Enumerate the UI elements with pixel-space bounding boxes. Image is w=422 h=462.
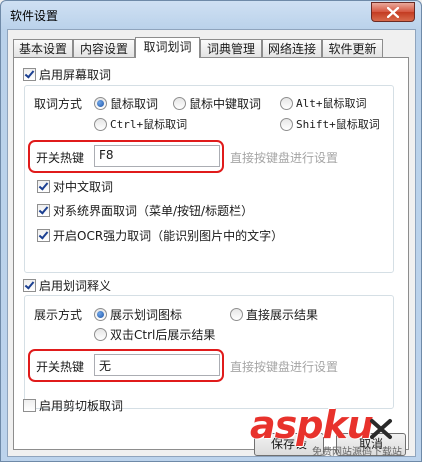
radio-shift-mouse-capture[interactable]: Shift+鼠标取词 — [280, 116, 380, 132]
radio-button[interactable] — [280, 96, 293, 110]
checkbox-box[interactable] — [23, 399, 36, 412]
checkbox-label: 对中文取词 — [53, 180, 114, 194]
tab-network[interactable]: 网络连接 — [262, 39, 322, 57]
hotkey-hint: 直接按键盘进行设置 — [230, 360, 339, 374]
radio-label: 鼠标取词 — [110, 97, 159, 111]
tab-word-capture[interactable]: 取词划词 — [135, 37, 200, 58]
tab-basic-settings[interactable]: 基本设置 — [13, 39, 73, 57]
radio-label: 直接展示结果 — [246, 308, 319, 322]
display-mode-label: 展示方式 — [34, 308, 83, 322]
hotkey-label: 开关热键 — [36, 151, 85, 165]
radio-mouse-capture[interactable]: 鼠标取词 — [94, 95, 158, 112]
checkbox-box[interactable] — [37, 229, 50, 242]
tab-panel-word-capture: 启用屏幕取词 取词方式 鼠标取词 鼠标中键取词 Alt+鼠标取词 Ctrl+鼠标… — [13, 57, 409, 450]
radio-label: 展示划词图标 — [110, 308, 183, 322]
radio-label: 双击Ctrl后展示结果 — [110, 328, 216, 342]
selection-hotkey-field[interactable]: 无 — [94, 354, 220, 376]
checkbox-label: 对系统界面取词（菜单/按钮/标题栏） — [53, 204, 254, 218]
radio-button[interactable] — [280, 117, 293, 131]
radio-button[interactable] — [94, 308, 107, 321]
tab-content-settings[interactable]: 内容设置 — [73, 39, 135, 57]
ocr-capture-checkbox[interactable]: 开启OCR强力取词（能识别图片中的文字） — [37, 227, 283, 244]
checkbox-box[interactable] — [23, 279, 36, 292]
checkbox-label: 启用划词释义 — [39, 279, 112, 293]
radio-label: Alt+鼠标取词 — [296, 97, 367, 110]
radio-ctrl-mouse-capture[interactable]: Ctrl+鼠标取词 — [94, 116, 187, 132]
client-area: 基本设置 内容设置 取词划词 词典管理 网络连接 软件更新 启用屏幕取词 取词方… — [7, 29, 416, 457]
radio-label: 鼠标中键取词 — [189, 97, 262, 111]
radio-show-result-directly[interactable]: 直接展示结果 — [230, 306, 318, 323]
radio-button[interactable] — [173, 97, 186, 110]
close-icon — [387, 6, 399, 18]
checkbox-label: 启用屏幕取词 — [39, 68, 112, 82]
enable-screen-capture-checkbox[interactable]: 启用屏幕取词 — [23, 66, 111, 83]
radio-double-ctrl-show[interactable]: 双击Ctrl后展示结果 — [94, 326, 215, 343]
tab-dictionary-manage[interactable]: 词典管理 — [200, 39, 262, 57]
close-button[interactable] — [371, 2, 415, 22]
radio-button[interactable] — [94, 328, 107, 341]
checkbox-box[interactable] — [37, 204, 50, 217]
hotkey-label: 开关热键 — [36, 360, 85, 374]
radio-label: Shift+鼠标取词 — [296, 118, 380, 131]
radio-alt-mouse-capture[interactable]: Alt+鼠标取词 — [280, 95, 367, 111]
radio-middle-button-capture[interactable]: 鼠标中键取词 — [173, 95, 261, 112]
enable-clipboard-capture-checkbox[interactable]: 启用剪切板取词 — [23, 397, 123, 414]
watermark-logo: aspku — [250, 403, 374, 447]
radio-label: Ctrl+鼠标取词 — [110, 118, 188, 131]
capture-method-label: 取词方式 — [34, 97, 83, 111]
radio-button[interactable] — [230, 308, 243, 321]
hotkey-hint: 直接按键盘进行设置 — [230, 151, 339, 165]
settings-window: 软件设置 基本设置 内容设置 取词划词 词典管理 网络连接 软件更新 启用屏幕取… — [0, 0, 422, 462]
capture-system-ui-checkbox[interactable]: 对系统界面取词（菜单/按钮/标题栏） — [37, 202, 253, 219]
radio-button[interactable] — [94, 117, 107, 131]
radio-button[interactable] — [94, 97, 107, 110]
watermark: aspku 免费网站源码下载站 — [250, 403, 420, 461]
checkbox-label: 启用剪切板取词 — [39, 399, 124, 413]
radio-show-selection-icon[interactable]: 展示划词图标 — [94, 306, 182, 323]
window-title: 软件设置 — [10, 9, 59, 23]
screen-capture-hotkey-field[interactable]: F8 — [94, 145, 220, 167]
capture-chinese-checkbox[interactable]: 对中文取词 — [37, 178, 113, 195]
checkbox-label: 开启OCR强力取词（能识别图片中的文字） — [53, 229, 284, 243]
title-bar[interactable]: 软件设置 — [1, 1, 421, 29]
checkbox-box[interactable] — [23, 68, 36, 81]
checkbox-box[interactable] — [37, 180, 50, 193]
watermark-subtitle: 免费网站源码下载站 — [312, 447, 402, 458]
x-icon — [370, 419, 392, 439]
tab-software-update[interactable]: 软件更新 — [322, 39, 383, 57]
enable-selection-checkbox[interactable]: 启用划词释义 — [23, 277, 111, 294]
